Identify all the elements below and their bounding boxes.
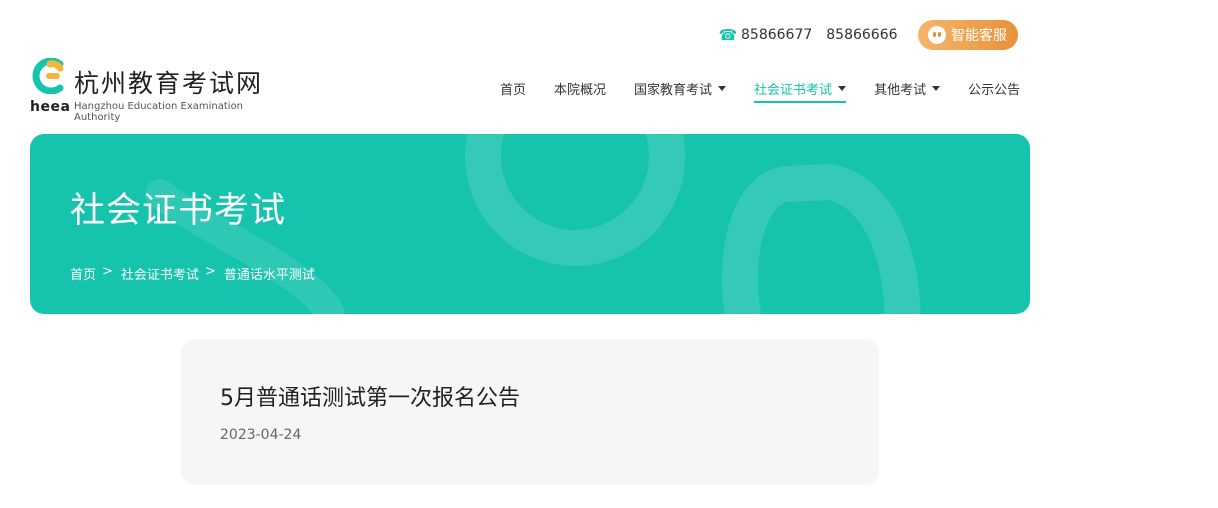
nav-item-social-certificate-exams[interactable]: 社会证书考试 [754,77,847,103]
nav-item-announcements[interactable]: 公示公告 [968,77,1020,99]
site-title: 杭州教育考试网 [74,69,264,98]
nav-label: 首页 [500,82,527,98]
nav-item-national-exams[interactable]: 国家教育考试 [634,77,727,99]
chat-bot-icon [928,26,947,44]
breadcrumb-home[interactable]: 首页 [70,264,96,283]
breadcrumb-putonghua-test[interactable]: 普通话水平测试 [224,264,315,283]
nav-label: 国家教育考试 [634,82,713,98]
nav-label: 其他考试 [874,82,927,98]
nav-item-home[interactable]: 首页 [500,77,526,99]
article-card[interactable]: 5月普通话测试第一次报名公告 2023-04-24 [181,339,879,485]
smart-service-label: 智能客服 [951,28,1008,44]
page-title: 社会证书考试 [70,191,287,231]
article-date: 2023-04-24 [220,427,302,443]
logo-mark-icon [32,58,64,94]
phone-icon: ☎ [718,26,738,44]
article-title[interactable]: 5月普通话测试第一次报名公告 [220,380,520,412]
caret-down-icon [932,85,941,91]
main-nav: 首页 本院概况 国家教育考试 社会证书考试 其他考试 公示公告 [500,77,1020,103]
phone-number-1: 85866677 [741,27,813,43]
breadcrumb-social-certificate-exams[interactable]: 社会证书考试 [121,264,199,283]
nav-label: 社会证书考试 [754,82,833,98]
page-banner: 社会证书考试 首页 > 社会证书考试 > 普通话水平测试 [30,134,1030,314]
caret-down-icon [838,85,847,91]
phone-number-2: 85866666 [826,27,898,43]
nav-item-other-exams[interactable]: 其他考试 [874,77,941,99]
site-logo[interactable]: heea 杭州教育考试网 Hangzhou Education Examinat… [30,58,290,123]
nav-label: 公示公告 [968,82,1021,98]
logo-abbrev: heea [30,99,71,115]
breadcrumb: 首页 > 社会证书考试 > 普通话水平测试 [70,264,315,283]
breadcrumb-separator: > [102,264,113,279]
breadcrumb-separator: > [204,264,216,279]
smart-service-button[interactable]: 智能客服 [917,20,1018,50]
nav-label: 本院概况 [554,82,607,98]
contact-bar: ☎ 85866677 85866666 智能客服 [718,20,1018,50]
site-subtitle-en: Hangzhou Education Examination Authority [74,101,244,123]
nav-item-about[interactable]: 本院概况 [554,77,606,99]
caret-down-icon [718,85,727,91]
